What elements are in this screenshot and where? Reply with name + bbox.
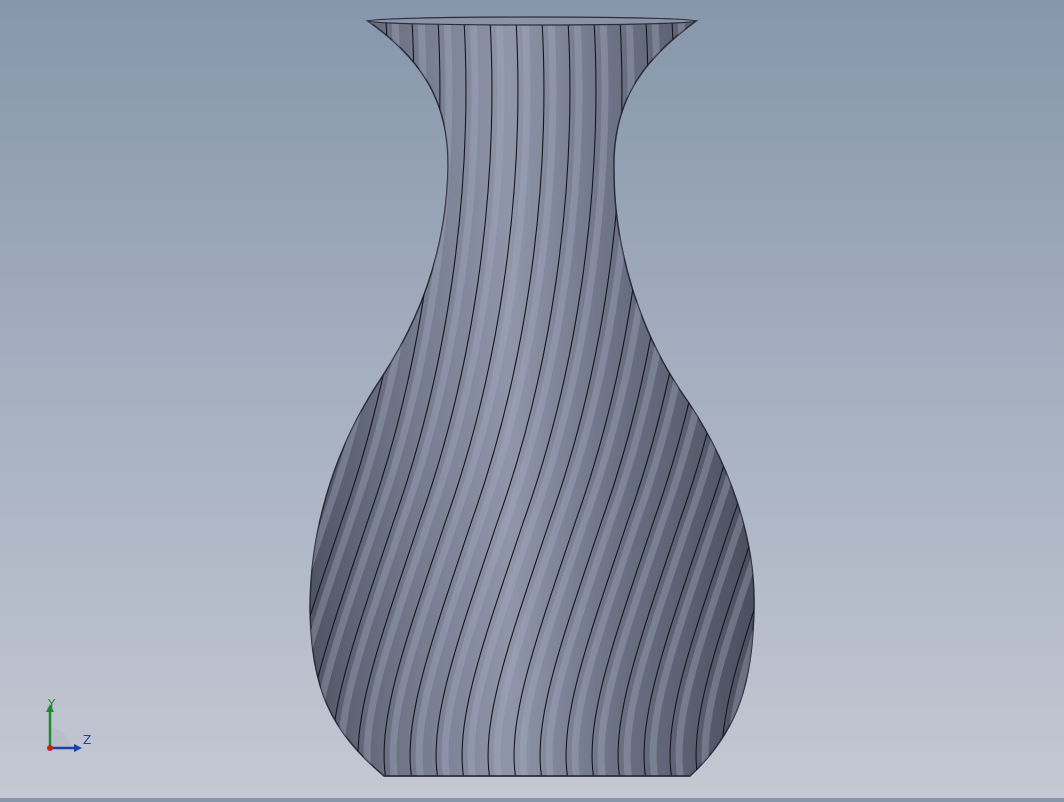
- coordinate-triad: Y Z: [40, 696, 100, 756]
- vase-model[interactable]: [0, 0, 1064, 798]
- y-axis-label: Y: [48, 697, 56, 711]
- vase-body[interactable]: [309, 20, 755, 777]
- vase-rim: [367, 16, 697, 26]
- graphics-viewport[interactable]: [0, 0, 1064, 798]
- z-axis-label: Z: [83, 733, 92, 747]
- flute-highlight: [727, 21, 755, 776]
